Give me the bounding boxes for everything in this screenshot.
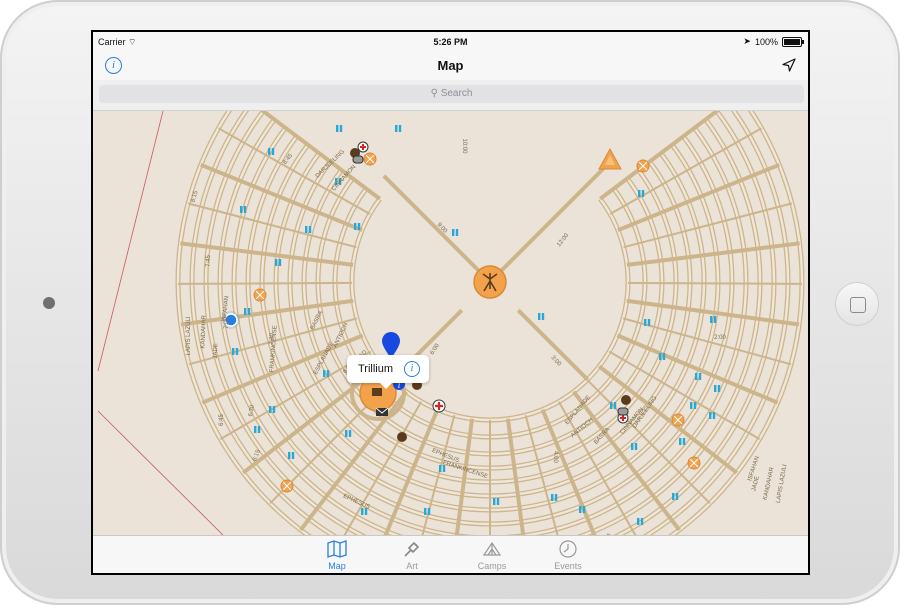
navigation-bar: i Map xyxy=(93,52,808,80)
street-label: 7:00 xyxy=(224,317,230,329)
app-window: Carrier ⌔ 5:26 PM ➤ 100% i Map ⚲ Search xyxy=(93,32,808,573)
street-label: 7:30 xyxy=(269,332,275,345)
street-label: JADE xyxy=(213,343,220,359)
street-label: 10:00 xyxy=(461,138,467,154)
tab-events[interactable]: Events xyxy=(538,539,598,571)
radial-street xyxy=(627,281,803,285)
medical-icon[interactable] xyxy=(432,399,446,413)
search-bar: ⚲ Search xyxy=(93,80,808,111)
front-camera xyxy=(43,297,55,309)
medical-icon[interactable] xyxy=(357,141,369,153)
search-input[interactable]: ⚲ Search xyxy=(99,85,804,103)
status-bar: Carrier ⌔ 5:26 PM ➤ 100% xyxy=(93,32,808,52)
plaza-icon[interactable] xyxy=(636,159,650,173)
plaza-icon[interactable] xyxy=(280,479,294,493)
street-label: 2:00 xyxy=(714,335,726,341)
radial-street xyxy=(177,281,353,285)
map-icon xyxy=(327,540,347,558)
street-label: LAPIS LAZULI xyxy=(186,316,192,355)
search-placeholder-text: Search xyxy=(440,88,473,99)
callout-title: Trillium xyxy=(358,363,394,375)
status-time: 5:26 PM xyxy=(433,37,468,47)
tab-art-label: Art xyxy=(406,561,418,571)
status-right: ➤ 100% xyxy=(743,36,804,47)
plaza-icon[interactable] xyxy=(363,152,377,166)
plaza-icon[interactable] xyxy=(671,413,685,427)
tab-map-label: Map xyxy=(328,561,346,571)
search-placeholder: ⚲ Search xyxy=(99,88,804,99)
home-button[interactable] xyxy=(835,282,879,326)
city-map[interactable]: i ESPLANADEANTIOCHBASRACINNAMONDARJEELIN… xyxy=(93,111,808,535)
art-icon xyxy=(404,541,420,557)
ice-icon[interactable] xyxy=(617,407,629,416)
plaza-icon[interactable] xyxy=(253,288,267,302)
battery-percent: 100% xyxy=(754,36,778,47)
tab-map[interactable]: Map xyxy=(307,539,367,571)
tab-bar: Map Art Camps Events xyxy=(93,535,808,573)
camps-icon xyxy=(482,541,502,556)
plaza-icon[interactable] xyxy=(687,456,701,470)
screen: Carrier ⌔ 5:26 PM ➤ 100% i Map ⚲ Search xyxy=(91,30,810,575)
map-callout[interactable]: Trillium i xyxy=(347,355,429,389)
home-square-icon xyxy=(850,297,866,313)
search-icon: ⚲ xyxy=(430,88,438,99)
ice-icon[interactable] xyxy=(352,155,364,164)
tab-art[interactable]: Art xyxy=(382,539,442,571)
street-label: KANDAHAR xyxy=(200,315,207,349)
post-office-icon[interactable] xyxy=(375,407,389,416)
page-title: Map xyxy=(437,58,464,73)
battery-fill xyxy=(784,38,800,45)
location-arrow-icon[interactable] xyxy=(782,58,796,72)
events-clock-icon xyxy=(559,540,577,558)
tab-camps[interactable]: Camps xyxy=(462,539,522,571)
callout-info-icon[interactable]: i xyxy=(404,361,420,377)
man-icon[interactable] xyxy=(473,265,507,299)
ranger-icon[interactable] xyxy=(621,395,631,405)
location-services-icon: ➤ xyxy=(743,36,751,46)
ranger-icon[interactable] xyxy=(397,432,407,442)
street-label: 7:45 xyxy=(206,255,212,267)
street-label: 6:45 xyxy=(219,414,225,426)
street-label: 4:00 xyxy=(552,451,558,463)
ipad-frame: Carrier ⌔ 5:26 PM ➤ 100% i Map ⚲ Search xyxy=(0,0,900,605)
battery-icon xyxy=(782,36,804,47)
map-view[interactable]: i ESPLANADE ANTIOCH BASRA CINNAMON DARJEELIN… xyxy=(93,111,808,535)
tab-camps-label: Camps xyxy=(477,561,507,571)
tab-events-label: Events xyxy=(554,561,582,571)
